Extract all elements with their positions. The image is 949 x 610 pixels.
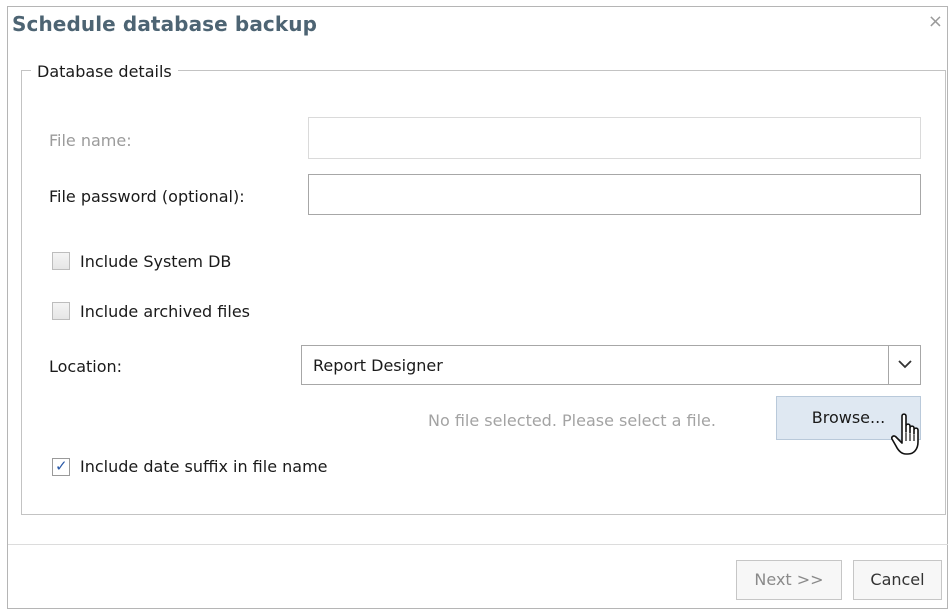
- footer-divider: [8, 544, 948, 545]
- location-select[interactable]: Report Designer: [301, 345, 921, 385]
- file-status-text: No file selected. Please select a file.: [428, 411, 716, 430]
- location-selected-value: Report Designer: [313, 356, 443, 375]
- file-name-label: File name:: [49, 131, 132, 150]
- location-label: Location:: [49, 357, 123, 376]
- include-date-suffix-checkbox[interactable]: ✓: [52, 457, 70, 476]
- include-archived-checkbox[interactable]: [52, 302, 70, 320]
- file-password-input[interactable]: [308, 174, 921, 215]
- cancel-button[interactable]: Cancel: [853, 560, 942, 600]
- chevron-down-icon: [898, 360, 912, 369]
- file-password-label: File password (optional):: [49, 187, 245, 206]
- dialog-title: Schedule database backup: [12, 12, 318, 36]
- fieldset-legend: Database details: [31, 62, 178, 81]
- include-archived-label[interactable]: Include archived files: [80, 302, 250, 321]
- hand-pointer-icon: [891, 413, 919, 455]
- next-button[interactable]: Next >>: [736, 560, 842, 600]
- checkmark-icon: ✓: [55, 457, 68, 475]
- include-date-suffix-label[interactable]: Include date suffix in file name: [80, 457, 328, 476]
- file-name-input: [308, 117, 921, 159]
- close-icon[interactable]: ×: [928, 12, 943, 32]
- include-system-db-label[interactable]: Include System DB: [80, 252, 231, 271]
- location-dropdown-button[interactable]: [888, 346, 920, 384]
- include-system-db-checkbox[interactable]: [52, 252, 70, 270]
